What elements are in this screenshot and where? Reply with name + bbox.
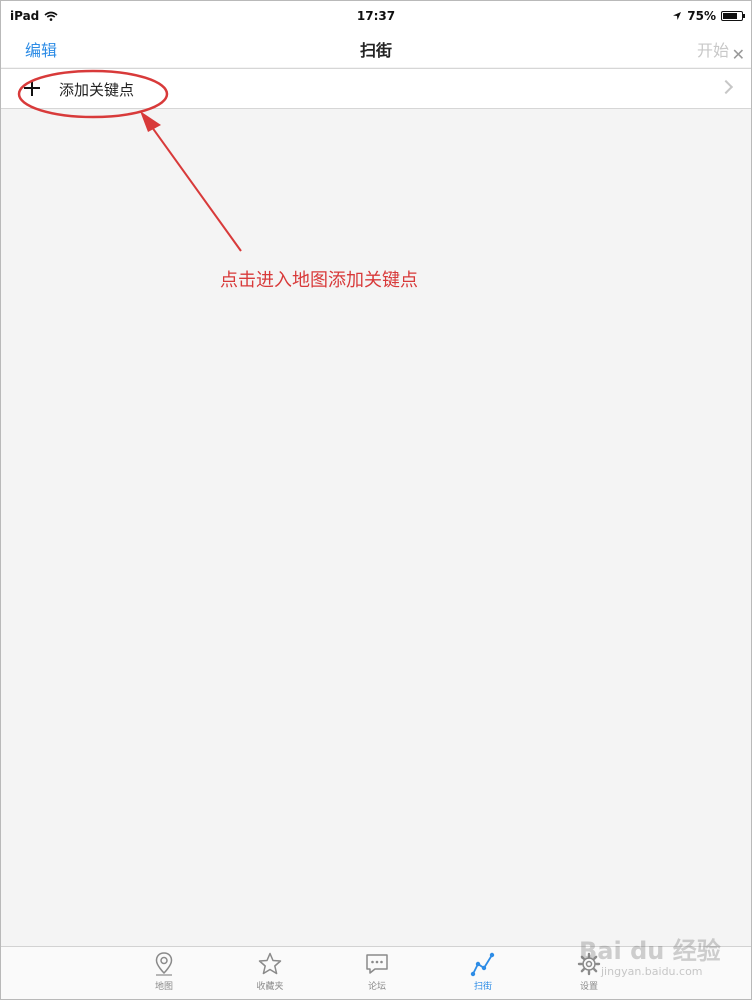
battery-icon bbox=[721, 11, 745, 21]
star-icon bbox=[258, 952, 282, 975]
annotation-arrow-line bbox=[148, 122, 242, 252]
tab-favorites[interactable]: 收藏夹 bbox=[240, 951, 300, 992]
status-time: 17:37 bbox=[356, 9, 396, 23]
add-keypoint-label: 添加关键点 bbox=[59, 81, 135, 99]
tab-bar: 地图 收藏夹 论坛 扫街 设置 bbox=[1, 946, 751, 999]
navigation-bar: 编辑 扫街 开始 ✕ bbox=[1, 31, 751, 67]
annotation-overlay bbox=[17, 69, 242, 252]
tab-street-scan[interactable]: 扫街 bbox=[453, 951, 513, 992]
annotation-arrow-head bbox=[140, 111, 161, 132]
tab-label: 论坛 bbox=[367, 982, 386, 992]
status-right: 75% bbox=[672, 9, 745, 23]
add-keypoint-row[interactable]: 添加关键点 bbox=[1, 68, 751, 109]
route-icon bbox=[470, 952, 495, 977]
app-window: iPad 17:37 75% 编辑 扫街 开始 ✕ 添加关键点 点击进入地图添加… bbox=[0, 0, 752, 1000]
map-pin-icon bbox=[155, 952, 173, 976]
annotation-text: 点击进入地图添加关键点 bbox=[220, 270, 418, 291]
tab-label: 收藏夹 bbox=[256, 982, 284, 992]
chat-icon bbox=[366, 954, 388, 974]
status-bar: iPad 17:37 75% bbox=[1, 1, 751, 31]
tab-label: 扫街 bbox=[473, 982, 492, 992]
gear-icon bbox=[577, 952, 601, 976]
battery-level bbox=[723, 13, 737, 19]
close-icon[interactable]: ✕ bbox=[732, 45, 745, 64]
page-title: 扫街 bbox=[359, 41, 392, 60]
tab-label: 地图 bbox=[154, 982, 173, 992]
tab-map[interactable]: 地图 bbox=[134, 951, 194, 992]
start-button[interactable]: 开始 bbox=[697, 37, 729, 61]
tab-settings[interactable]: 设置 bbox=[559, 951, 619, 992]
tab-label: 设置 bbox=[579, 982, 598, 992]
tab-forum[interactable]: 论坛 bbox=[347, 951, 407, 992]
battery-percent: 75% bbox=[687, 9, 716, 23]
plus-icon bbox=[23, 79, 41, 97]
location-arrow-icon bbox=[673, 12, 682, 20]
chevron-right-icon bbox=[718, 79, 734, 95]
